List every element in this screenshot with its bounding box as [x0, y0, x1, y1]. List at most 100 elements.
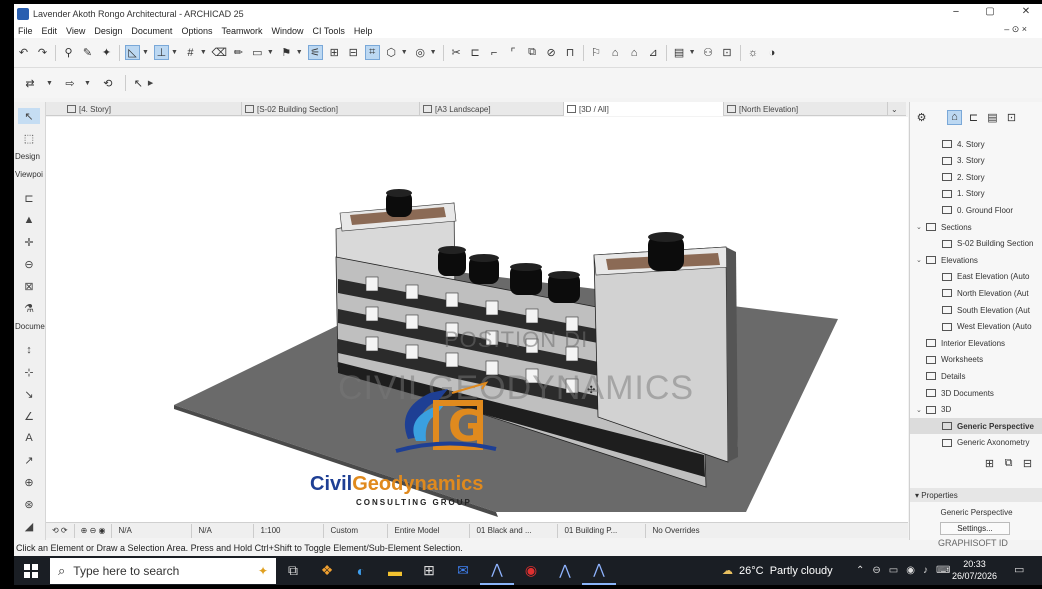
- navigator-item[interactable]: 1. Story: [910, 186, 1042, 202]
- close-button[interactable]: ✕: [1016, 6, 1036, 17]
- navigator-item[interactable]: ⌄ Sections: [910, 219, 1042, 235]
- orientation-field[interactable]: N/A: [112, 523, 193, 538]
- chevron-down-icon[interactable]: ⌄: [916, 223, 924, 231]
- menu-view[interactable]: View: [66, 26, 85, 36]
- volume-icon[interactable]: ♪: [923, 565, 928, 576]
- outlook-icon[interactable]: ✉: [446, 556, 480, 585]
- chevron-down-icon[interactable]: ▼: [401, 49, 408, 56]
- grid-snap-icon[interactable]: #: [183, 45, 198, 60]
- chevron-down-icon[interactable]: ⌄: [916, 256, 924, 264]
- text-tool-icon[interactable]: A: [18, 430, 40, 446]
- navigator-item[interactable]: Worksheets: [910, 352, 1042, 368]
- split-icon[interactable]: ⊘: [544, 45, 559, 60]
- undo-icon[interactable]: ↶: [16, 45, 31, 60]
- house-icon[interactable]: ⌂: [627, 45, 642, 60]
- chevron-down-icon[interactable]: ⌄: [916, 406, 924, 414]
- navigator-item[interactable]: S-02 Building Section: [910, 236, 1042, 252]
- clone-view-icon[interactable]: ⧉: [1001, 456, 1016, 471]
- chevron-down-icon[interactable]: ▼: [142, 49, 149, 56]
- arrow-icon[interactable]: ↖: [131, 76, 146, 91]
- start-button[interactable]: [14, 556, 48, 585]
- intersect-icon[interactable]: ⊓: [563, 45, 578, 60]
- undo-view-icon[interactable]: ⟲ ⟳: [46, 523, 75, 538]
- filter-icon[interactable]: ◎: [413, 45, 428, 60]
- language-icon[interactable]: ⌨: [936, 565, 950, 576]
- arrow-tool-icon[interactable]: ↖: [18, 108, 40, 124]
- navigator-item[interactable]: Interior Elevations: [910, 335, 1042, 351]
- view-map-icon[interactable]: ⊏: [966, 110, 981, 125]
- chevron-up-icon[interactable]: ⌃: [856, 565, 864, 576]
- usb-icon[interactable]: ⊖: [872, 565, 880, 576]
- chevron-down-icon[interactable]: ▼: [200, 49, 207, 56]
- chevron-down-icon[interactable]: ▼: [46, 80, 53, 87]
- chevron-down-icon[interactable]: ▼: [296, 49, 303, 56]
- chevron-down-icon[interactable]: ▼: [689, 49, 696, 56]
- navigator-item[interactable]: 2. Story: [910, 169, 1042, 185]
- weather-widget[interactable]: ☁ 26°C Partly cloudy: [722, 556, 833, 585]
- menu-design[interactable]: Design: [94, 26, 122, 36]
- graphic-override-field[interactable]: 01 Building P...: [558, 523, 647, 538]
- navigator-item[interactable]: Generic Axonometry: [910, 435, 1042, 451]
- selection-icon[interactable]: ⌗: [364, 45, 380, 60]
- navigator-item[interactable]: 3D Documents: [910, 385, 1042, 401]
- archicad-task-icon-3[interactable]: ⋀: [582, 556, 616, 585]
- navigator-item[interactable]: West Elevation (Auto: [910, 319, 1042, 335]
- menu-window[interactable]: Window: [271, 26, 303, 36]
- graphisoft-id-label[interactable]: GRAPHISOFT ID: [938, 538, 1008, 548]
- radial-dimension-tool-icon[interactable]: ↘: [18, 386, 40, 402]
- wall-icon[interactable]: ⊞: [327, 45, 342, 60]
- tab-building-section[interactable]: [S-02 Building Section]: [242, 102, 420, 116]
- layout-icon[interactable]: ▤: [672, 45, 687, 60]
- publisher-icon[interactable]: ⊡: [1004, 110, 1019, 125]
- stair-icon[interactable]: ⊿: [646, 45, 661, 60]
- level-dimension-tool-icon[interactable]: ⊹: [18, 364, 40, 380]
- label-tool-icon[interactable]: ↗: [18, 452, 40, 468]
- overrides-field[interactable]: No Overrides: [646, 524, 705, 538]
- eraser-icon[interactable]: ⌫: [212, 45, 228, 60]
- recorder-icon[interactable]: ◉: [514, 556, 548, 585]
- tab-menu-button[interactable]: ⌄: [888, 102, 906, 116]
- snap-guides-icon[interactable]: ⊥: [153, 45, 169, 60]
- navigator-item[interactable]: 4. Story: [910, 136, 1042, 152]
- layer-combo-field[interactable]: 01 Black and ...: [470, 523, 559, 538]
- syringe-icon[interactable]: ✎: [80, 45, 95, 60]
- menu-file[interactable]: File: [18, 26, 33, 36]
- flag-icon[interactable]: ⚐: [589, 45, 604, 60]
- marquee-tool-icon[interactable]: ⬚: [18, 130, 40, 146]
- layer-icon[interactable]: ▭: [250, 45, 265, 60]
- figure-tool-icon[interactable]: ⊛: [18, 496, 40, 512]
- navigator-item[interactable]: South Elevation (Aut: [910, 302, 1042, 318]
- worksheet-tool-icon[interactable]: ⊖: [18, 256, 40, 272]
- offset-icon[interactable]: ⊏: [468, 45, 483, 60]
- pen-set-field[interactable]: Custom: [324, 523, 389, 538]
- toolbox-section-viewpoint[interactable]: Viewpoi: [14, 170, 46, 179]
- new-view-icon[interactable]: ⊞: [982, 456, 997, 471]
- teamwork-icon[interactable]: ⚇: [701, 45, 716, 60]
- scissors-icon[interactable]: ✂: [449, 45, 464, 60]
- network-icon[interactable]: ◉: [906, 565, 915, 576]
- zoom-controls[interactable]: ⊕ ⊖ ◉: [75, 523, 113, 538]
- corner-icon[interactable]: ⌜: [506, 45, 521, 60]
- dimension-tool-icon[interactable]: ↕: [18, 342, 40, 358]
- gravity-icon[interactable]: ⬡: [384, 45, 399, 60]
- magic-wand-icon[interactable]: ✦: [99, 45, 114, 60]
- tab-north-elevation[interactable]: [North Elevation]: [724, 102, 888, 116]
- trace-icon[interactable]: ⚟: [307, 45, 323, 60]
- 3d-viewport[interactable]: ✣ POSITION DI CIVILGEODYNAMICS G CivilGe…: [46, 117, 908, 522]
- layout-book-icon[interactable]: ▤: [985, 110, 1000, 125]
- redo-icon[interactable]: ↷: [35, 45, 50, 60]
- menu-edit[interactable]: Edit: [42, 26, 58, 36]
- scale-field[interactable]: 1:100: [254, 523, 325, 538]
- navigator-item[interactable]: ⌄ 3D: [910, 402, 1042, 418]
- elevate-icon[interactable]: ⇨: [58, 76, 82, 91]
- navigator-item[interactable]: 0. Ground Floor: [910, 202, 1042, 218]
- delete-view-icon[interactable]: ⊟: [1020, 456, 1035, 471]
- angle-dimension-tool-icon[interactable]: ∠: [18, 408, 40, 424]
- column-icon[interactable]: ⊟: [346, 45, 361, 60]
- navigator-item[interactable]: 3. Story: [910, 153, 1042, 169]
- chevron-down-icon[interactable]: ▼: [84, 80, 91, 87]
- roof-icon[interactable]: ⌂: [608, 45, 623, 60]
- navigator-item[interactable]: Generic Perspective: [910, 418, 1042, 435]
- publish-icon[interactable]: ⊡: [720, 45, 735, 60]
- render-icon[interactable]: ☼: [746, 45, 761, 60]
